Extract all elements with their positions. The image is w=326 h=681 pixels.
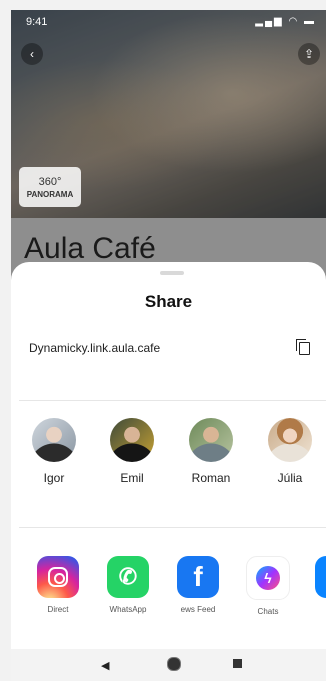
panorama-360-icon: 360° (38, 175, 62, 188)
app-label: are (307, 605, 326, 614)
share-sheet: Share Dynamicky.link.aula.cafe Igor Emil… (11, 262, 326, 681)
device-frame: 9:41 ▂▄▆ ◠ ▬ ‹ ⇪ 360° PANORAMA Aula Café… (0, 0, 326, 681)
contact-roman[interactable]: Roman (179, 418, 243, 485)
divider (19, 400, 326, 401)
system-nav-bar: ◀ (11, 649, 326, 681)
avatar (189, 418, 233, 462)
sheet-title: Share (144, 292, 193, 311)
nav-home-icon[interactable] (167, 657, 181, 671)
instagram-camera-glyph (48, 567, 68, 587)
app-label: Direct (47, 605, 69, 614)
app-screen: 9:41 ▂▄▆ ◠ ▬ ‹ ⇪ 360° PANORAMA Aula Café… (11, 10, 326, 681)
copy-icon[interactable] (296, 339, 310, 355)
contact-emil[interactable]: Emil (100, 418, 164, 485)
contact-name: Roman (191, 471, 231, 485)
nav-recents-icon[interactable] (233, 659, 242, 668)
back-button[interactable]: ‹ (21, 43, 43, 65)
share-link-text: Dynamicky.link.aula.cafe (29, 341, 161, 355)
panorama-button[interactable]: 360° PANORAMA (19, 167, 81, 207)
instagram-icon (37, 556, 79, 598)
venue-title: Aula Café (24, 232, 156, 265)
contact-igor[interactable]: Igor (22, 418, 86, 485)
contact-name: Igor (43, 471, 65, 485)
app-messenger-chats[interactable]: ϟ Chats (239, 556, 297, 616)
status-time: 9:41 (26, 16, 48, 28)
facebook-icon: f (177, 556, 219, 598)
whatsapp-icon: ✆ (107, 556, 149, 598)
app-icon: C (315, 556, 326, 598)
copy-icon-front-page (299, 342, 310, 355)
app-instagram-direct[interactable]: Direct (29, 556, 87, 614)
status-bar: 9:41 ▂▄▆ ◠ ▬ (11, 10, 326, 34)
status-icons: ▂▄▆ ◠ ▬ (255, 16, 316, 27)
messenger-bubble-glyph: ϟ (256, 566, 280, 590)
share-icon: ⇪ (303, 47, 315, 61)
chevron-left-icon: ‹ (30, 47, 34, 61)
avatar (268, 418, 312, 462)
panorama-label: PANORAMA (26, 189, 74, 199)
messenger-icon: ϟ (246, 556, 290, 600)
app-partial[interactable]: C are (307, 556, 326, 614)
app-label: Chats (257, 607, 279, 616)
share-button[interactable]: ⇪ (298, 43, 320, 65)
avatar (110, 418, 154, 462)
app-label: ews Feed (180, 605, 216, 614)
app-facebook-news-feed[interactable]: f ews Feed (169, 556, 227, 614)
contact-name: Júlia (277, 471, 303, 485)
avatar (32, 418, 76, 462)
contact-julia[interactable]: Júlia (258, 418, 322, 485)
sheet-drag-handle[interactable] (160, 271, 184, 275)
divider (19, 527, 326, 528)
app-whatsapp[interactable]: ✆ WhatsApp (99, 556, 157, 614)
nav-back-icon[interactable]: ◀ (101, 659, 109, 672)
app-label: WhatsApp (109, 605, 147, 614)
contact-name: Emil (120, 471, 144, 485)
